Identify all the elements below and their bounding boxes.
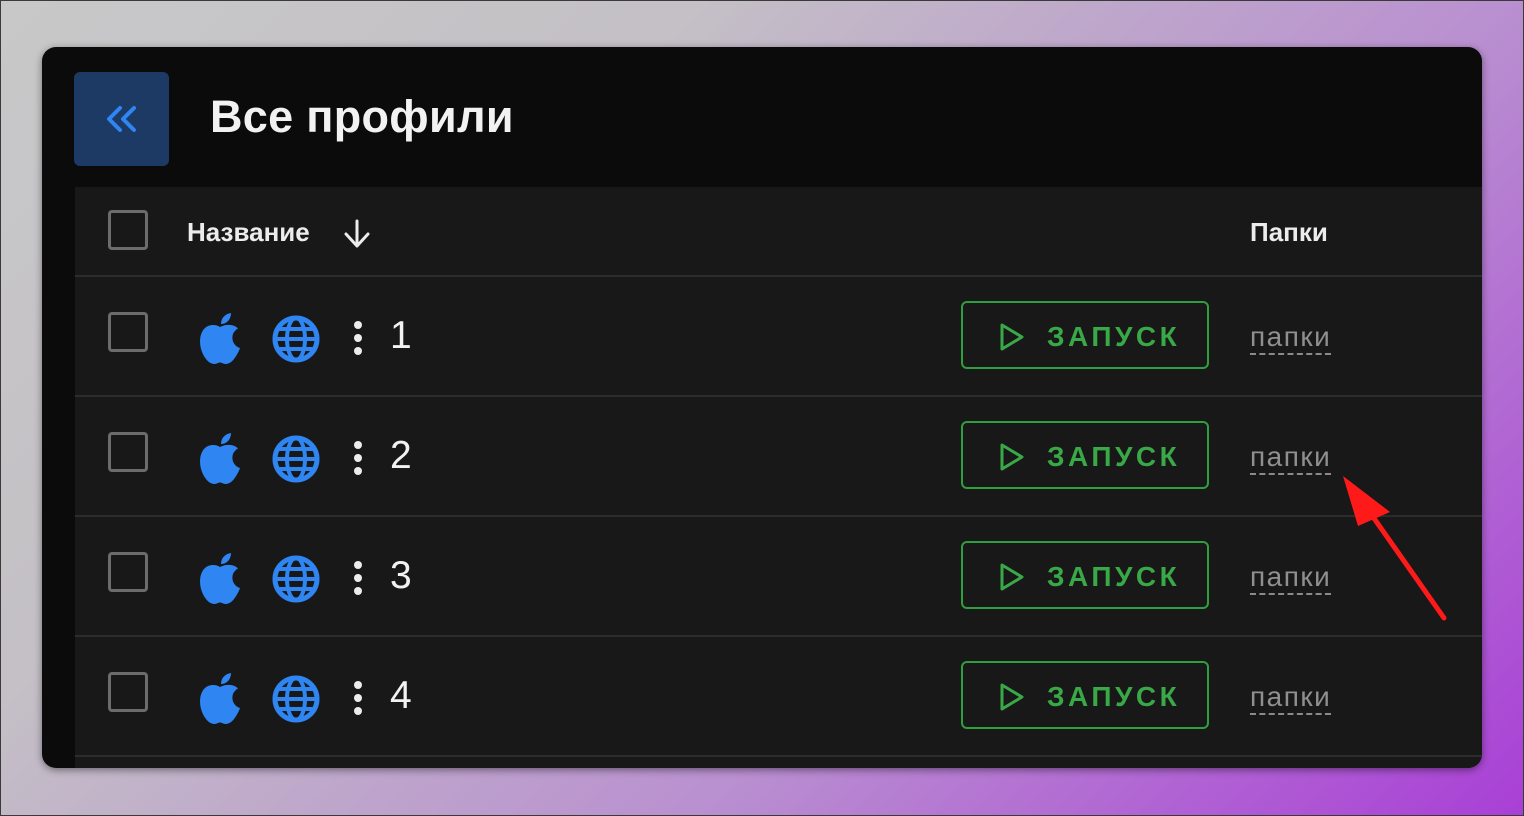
table-row: 3 ЗАПУСК папки [75,517,1482,637]
launch-button[interactable]: ЗАПУСК [961,421,1209,489]
launch-button-label: ЗАПУСК [1047,681,1181,712]
globe-icon [272,435,320,483]
launch-button[interactable]: ЗАПУСК [961,301,1209,369]
row-checkbox[interactable] [108,552,148,592]
table-row: 2 ЗАПУСК папки [75,397,1482,517]
column-header-folders: Папки [1250,217,1328,247]
arrow-down-icon[interactable] [341,219,373,249]
table-row: 4 ЗАПУСК папки [75,637,1482,757]
globe-icon [272,555,320,603]
profile-name[interactable]: 3 [390,554,412,598]
folders-link[interactable]: папки [1250,681,1332,715]
table-header: Название Папки [75,187,1482,277]
launch-button[interactable]: ЗАПУСК [961,541,1209,609]
launch-button-label: ЗАПУСК [1047,441,1181,472]
apple-icon [200,673,240,724]
play-icon [1000,683,1024,711]
profiles-window: Все профили Название Папки 1 ЗАПУСК папк… [42,47,1482,768]
row-checkbox[interactable] [108,672,148,712]
globe-icon [272,315,320,363]
row-checkbox[interactable] [108,432,148,472]
profile-name[interactable]: 1 [390,314,412,358]
more-vertical-icon[interactable] [352,440,364,476]
back-button[interactable] [74,72,169,166]
more-vertical-icon[interactable] [352,320,364,356]
launch-button-label: ЗАПУСК [1047,561,1181,592]
profiles-table: Название Папки 1 ЗАПУСК папки 2 ЗАПУСК п… [75,187,1482,768]
table-row: 1 ЗАПУСК папки [75,277,1482,397]
apple-icon [200,313,240,364]
select-all-checkbox[interactable] [108,210,148,250]
annotation-arrow [1343,476,1447,621]
row-checkbox[interactable] [108,312,148,352]
more-vertical-icon[interactable] [352,560,364,596]
apple-icon [200,433,240,484]
folders-link[interactable]: папки [1250,321,1332,355]
globe-icon [272,675,320,723]
folders-link[interactable]: папки [1250,441,1332,475]
folders-link[interactable]: папки [1250,561,1332,595]
launch-button-label: ЗАПУСК [1047,321,1181,352]
page-title: Все профили [210,91,514,142]
apple-icon [200,553,240,604]
profile-name[interactable]: 4 [390,674,412,718]
launch-button[interactable]: ЗАПУСК [961,661,1209,729]
play-icon [1000,323,1024,351]
column-header-name[interactable]: Название [187,217,310,248]
more-vertical-icon[interactable] [352,680,364,716]
profile-name[interactable]: 2 [390,434,412,478]
play-icon [1000,443,1024,471]
play-icon [1000,563,1024,591]
double-chevron-left-icon [106,106,136,132]
